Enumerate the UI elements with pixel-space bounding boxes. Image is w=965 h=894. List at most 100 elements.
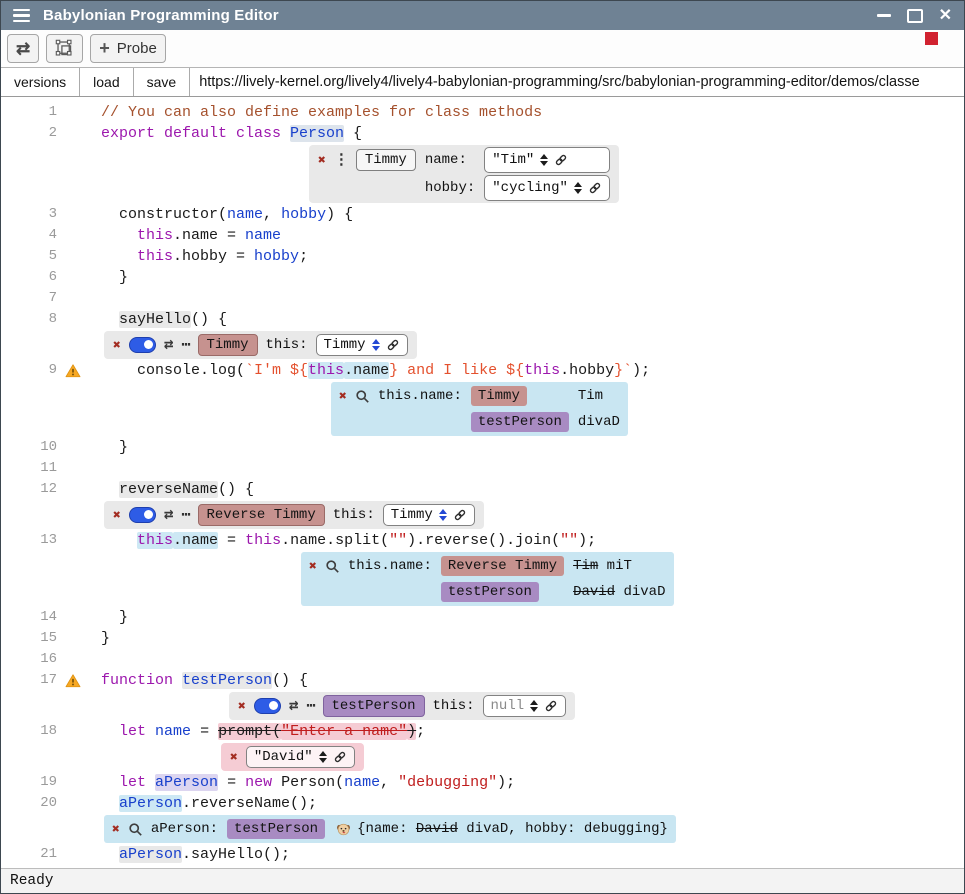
- stepper-icon[interactable]: [540, 154, 548, 167]
- example-badge[interactable]: Timmy: [198, 334, 258, 356]
- example-badge[interactable]: testPerson: [227, 819, 325, 839]
- code-line[interactable]: reverseName() {: [101, 479, 964, 500]
- close-icon[interactable]: ✖: [113, 339, 121, 352]
- code-line[interactable]: }: [101, 267, 964, 288]
- value-box[interactable]: null: [483, 695, 567, 717]
- frame-select-button[interactable]: [46, 34, 83, 63]
- example-badge[interactable]: Timmy: [356, 149, 416, 171]
- code-line[interactable]: }: [101, 628, 964, 649]
- code-line[interactable]: aPerson.reverseName();: [101, 793, 964, 814]
- magnifier-icon[interactable]: [128, 822, 143, 837]
- code-token: testPerson: [182, 672, 272, 689]
- example-badge[interactable]: testPerson: [323, 695, 425, 717]
- swap-icon[interactable]: ⇄: [164, 507, 174, 523]
- link-icon[interactable]: [554, 153, 568, 167]
- close-icon[interactable]: ✖: [318, 154, 326, 167]
- hamburger-menu-icon[interactable]: [13, 9, 30, 23]
- editor-line: 14 }: [1, 607, 964, 628]
- example-badge[interactable]: Reverse Timmy: [441, 556, 564, 576]
- swap-tool-button[interactable]: ⇄: [7, 34, 39, 63]
- gutter-cell: [1, 500, 89, 521]
- code-line[interactable]: // You can also define examples for clas…: [101, 102, 964, 123]
- activation-toggle-icon[interactable]: [254, 698, 281, 714]
- activation-toggle-icon[interactable]: [129, 337, 156, 353]
- code-line[interactable]: this.name = this.name.split("").reverse(…: [101, 530, 964, 551]
- example-badge[interactable]: testPerson: [471, 412, 569, 432]
- close-icon[interactable]: ✖: [112, 823, 120, 836]
- link-icon[interactable]: [333, 750, 347, 764]
- code-line[interactable]: [101, 288, 964, 309]
- value-box[interactable]: "cycling": [484, 175, 610, 201]
- example-badge[interactable]: Timmy: [471, 386, 527, 406]
- code-line[interactable]: constructor(name, hobby) {: [101, 204, 964, 225]
- code-line[interactable]: let aPerson = new Person(name, "debuggin…: [101, 772, 964, 793]
- add-probe-label: Probe: [117, 40, 157, 57]
- example-badge[interactable]: Reverse Timmy: [198, 504, 325, 526]
- link-icon[interactable]: [544, 699, 558, 713]
- stepper-icon[interactable]: [574, 182, 582, 195]
- close-icon[interactable]: ✖: [113, 509, 121, 522]
- versions-button[interactable]: versions: [1, 68, 80, 96]
- code-token: reverseName: [119, 481, 218, 498]
- value-box[interactable]: Timmy: [316, 334, 408, 356]
- url-field[interactable]: https://lively-kernel.org/lively4/lively…: [190, 68, 964, 96]
- link-icon[interactable]: [386, 338, 400, 352]
- save-button[interactable]: save: [134, 68, 191, 96]
- code-line[interactable]: this.name = name: [101, 225, 964, 246]
- drag-handle-icon[interactable]: ⋮: [334, 153, 348, 168]
- swap-icon[interactable]: ⇄: [164, 337, 174, 353]
- code-line[interactable]: let name = prompt("Enter a name");: [101, 721, 964, 742]
- activation-toggle-icon[interactable]: [129, 507, 156, 523]
- code-line[interactable]: [101, 458, 964, 479]
- value-box[interactable]: "Tim": [484, 147, 610, 173]
- value-box[interactable]: Timmy: [383, 504, 475, 526]
- code-line[interactable]: }: [101, 607, 964, 628]
- close-icon[interactable]: ✖: [339, 390, 347, 403]
- widget-controls: ✖ ⇄ ⋯ Timmy: [113, 334, 258, 356]
- more-options-icon[interactable]: ⋯: [306, 699, 314, 714]
- code-token: this: [524, 362, 560, 379]
- link-icon[interactable]: [453, 508, 467, 522]
- line-number: 17: [7, 670, 57, 691]
- maximize-button[interactable]: [907, 9, 923, 23]
- code-line[interactable]: sayHello() {: [101, 309, 964, 330]
- widget-controls: ✖ ⋮ Timmy: [318, 148, 416, 172]
- value-box[interactable]: "David": [246, 746, 355, 768]
- stepper-icon[interactable]: [372, 339, 380, 352]
- code-line[interactable]: aPerson.sayHello();: [101, 844, 964, 865]
- example-badge[interactable]: testPerson: [441, 582, 539, 602]
- minimize-button[interactable]: [877, 14, 891, 17]
- value-text: null: [491, 696, 525, 716]
- close-window-button[interactable]: ✕: [939, 8, 952, 24]
- probe-expression: this.name:: [348, 558, 432, 574]
- stepper-icon[interactable]: [439, 509, 447, 522]
- code-line[interactable]: export default class Person {: [101, 123, 964, 144]
- code-token: () {: [272, 672, 308, 689]
- more-options-icon[interactable]: ⋯: [181, 508, 189, 523]
- code-token: [101, 311, 119, 328]
- link-icon[interactable]: [588, 181, 602, 195]
- code-line[interactable]: function testPerson() {: [101, 670, 964, 691]
- gutter-cell: 14: [1, 607, 89, 628]
- widget-line: ✖this.name:TimmyTimtestPersondivaD: [1, 381, 964, 437]
- close-icon[interactable]: ✖: [238, 700, 246, 713]
- probe-values: David divaD: [573, 580, 665, 604]
- code-line[interactable]: }: [101, 437, 964, 458]
- close-icon[interactable]: ✖: [230, 751, 238, 764]
- swap-icon[interactable]: ⇄: [289, 698, 299, 714]
- magnifier-icon[interactable]: [355, 389, 370, 404]
- code-editor[interactable]: 1// You can also define examples for cla…: [1, 97, 964, 868]
- stepper-icon[interactable]: [530, 700, 538, 713]
- code-line[interactable]: [101, 649, 964, 670]
- magnifier-icon[interactable]: [325, 559, 340, 574]
- stepper-icon[interactable]: [319, 751, 327, 764]
- code-line[interactable]: this.hobby = hobby;: [101, 246, 964, 267]
- code-line[interactable]: console.log(`I'm ${this.name} and I like…: [101, 360, 964, 381]
- editor-line: 8 sayHello() {: [1, 309, 964, 330]
- code-token: .name: [344, 362, 389, 379]
- load-button[interactable]: load: [80, 68, 133, 96]
- close-icon[interactable]: ✖: [309, 560, 317, 573]
- more-options-icon[interactable]: ⋯: [181, 338, 189, 353]
- line-number: 4: [7, 225, 57, 246]
- add-probe-button[interactable]: + Probe: [90, 34, 166, 63]
